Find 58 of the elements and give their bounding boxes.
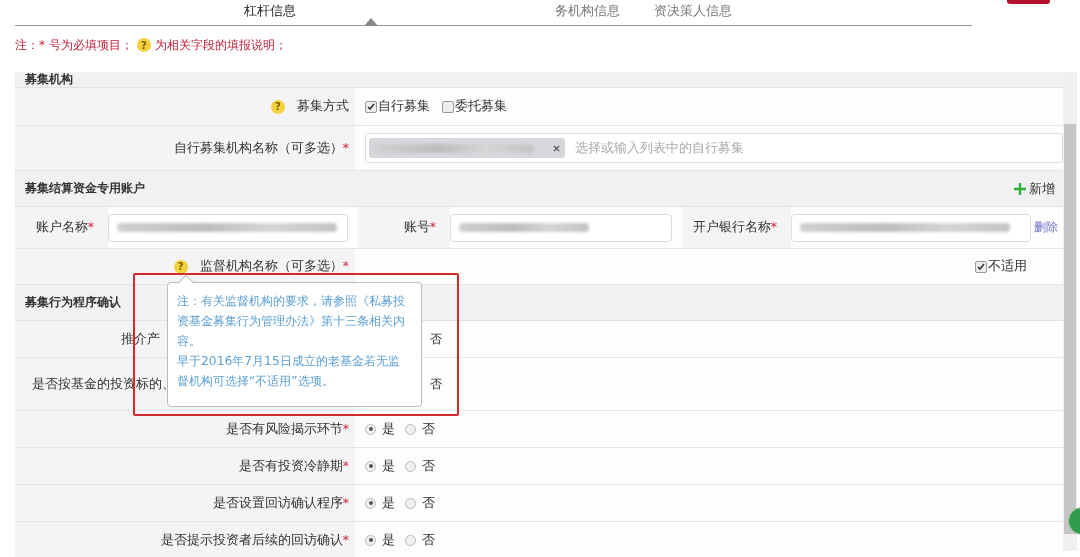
section-title: 募集结算资金专用账户 <box>25 180 145 197</box>
input-field[interactable] <box>791 213 1031 242</box>
radio-button[interactable] <box>365 534 376 546</box>
radio-button[interactable] <box>405 497 416 509</box>
checkbox-option[interactable]: 委托募集 <box>442 98 507 115</box>
radio-option[interactable]: 否 <box>405 531 435 549</box>
note-text: 注：* 号为必填项目； <box>15 36 133 54</box>
checkbox[interactable] <box>442 100 454 113</box>
field-label: 账户名称* <box>35 219 94 236</box>
section-title: 募集行为程序确认 <box>25 294 121 311</box>
radio-button[interactable] <box>405 534 416 546</box>
placeholder-text: 选择或输入列表中的自行募集 <box>575 139 744 157</box>
radio-option[interactable]: 否 <box>405 494 435 512</box>
field-label: 是否提示投资者后续的回访确认* <box>160 531 349 549</box>
input-field[interactable] <box>450 213 672 242</box>
tab[interactable]: 资决策人信息 <box>654 2 732 26</box>
field-label: 募集方式 <box>297 98 349 115</box>
tab[interactable]: 务机构信息 <box>555 2 620 26</box>
field-label: 自行募集机构名称（可多选）* <box>173 139 349 157</box>
checkbox-option[interactable]: 不适用 <box>975 258 1027 275</box>
section-title: 募集机构 <box>25 71 73 88</box>
radio-option[interactable]: 否 <box>405 457 435 475</box>
field-label: 是否有投资冷静期* <box>238 457 349 475</box>
field-label: 监督机构名称（可多选）* <box>199 258 349 275</box>
help-icon[interactable]: ? <box>271 99 285 114</box>
checkbox-option[interactable]: 自行募集 <box>365 98 430 115</box>
note-text: 为相关字段的填报说明； <box>154 36 287 54</box>
radio-option[interactable]: 是 <box>365 531 395 549</box>
radio-option-label: 否 <box>430 375 442 393</box>
radio-button[interactable] <box>405 460 416 472</box>
add-button[interactable]: 新增 <box>1014 179 1055 198</box>
radio-option[interactable]: 是 <box>365 420 395 438</box>
checkbox[interactable] <box>365 100 377 113</box>
field-label: 开户银行名称* <box>692 219 777 236</box>
radio-button[interactable] <box>365 460 376 472</box>
input-field[interactable] <box>108 213 348 242</box>
plus-icon <box>1014 182 1026 195</box>
radio-option[interactable]: 否 <box>405 420 435 438</box>
delete-link[interactable]: 删除 <box>1034 219 1058 236</box>
tooltip-text: 早于2016年7月15日成立的老基金若无监督机构可选择“不适用”选项。 <box>177 353 401 390</box>
tab[interactable]: 杠杆信息 <box>244 2 296 26</box>
radio-button[interactable] <box>365 423 376 435</box>
scrollbar[interactable] <box>1063 72 1077 551</box>
active-tab-pointer <box>364 18 378 26</box>
help-icon[interactable]: ? <box>173 259 188 274</box>
radio-option[interactable]: 是 <box>365 457 395 475</box>
close-icon[interactable] <box>553 144 560 152</box>
radio-option-label: 否 <box>430 330 442 348</box>
radio-button[interactable] <box>405 423 416 435</box>
field-label: 是否设置回访确认程序* <box>212 494 349 512</box>
field-label: 账号* <box>403 219 436 236</box>
radio-option[interactable]: 是 <box>365 494 395 512</box>
tooltip-text: 注：有关监督机构的要求，请参照《私募投资基金募集行为管理办法》第十三条相关内容。 <box>177 293 406 350</box>
checkbox[interactable] <box>975 260 987 273</box>
radio-button[interactable] <box>365 497 376 509</box>
field-label: 是否有风险揭示环节* <box>225 420 349 438</box>
help-icon: ? <box>136 38 151 52</box>
field-label: 推介产 <box>121 330 160 348</box>
